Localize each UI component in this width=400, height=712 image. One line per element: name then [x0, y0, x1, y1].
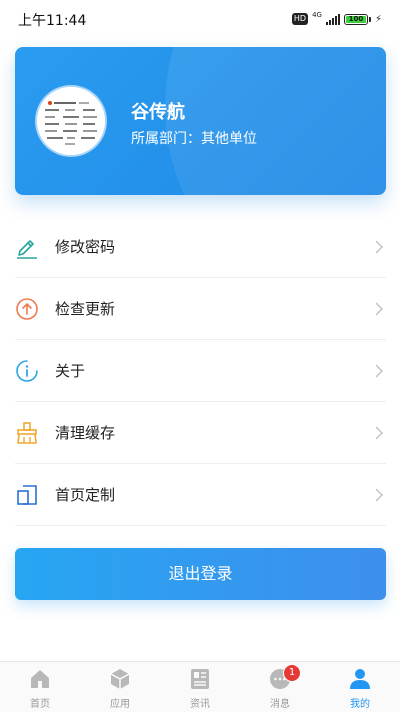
- tab-apps[interactable]: 应用: [80, 662, 160, 712]
- user-name: 谷传航: [131, 102, 185, 123]
- signal-icon: [325, 13, 340, 25]
- tab-label: 消息: [270, 699, 290, 710]
- status-bar: 上午11:44 HD 4G 100 ⚡: [0, 0, 400, 38]
- tab-label: 应用: [110, 699, 130, 710]
- menu-item-change-password[interactable]: 修改密码: [15, 216, 386, 278]
- tab-news[interactable]: 资讯: [160, 662, 240, 712]
- profile-card: 谷传航 所属部门：其他单位: [15, 47, 386, 195]
- menu-label: 修改密码: [55, 238, 116, 256]
- battery-icon: 100: [343, 13, 368, 25]
- unread-badge: 1: [283, 664, 301, 682]
- layout-icon: [17, 485, 37, 505]
- card-decoration: [165, 47, 386, 195]
- avatar[interactable]: [37, 87, 105, 155]
- status-time: 上午11:44: [18, 13, 87, 29]
- tab-label: 首页: [30, 699, 50, 710]
- chevron-right-icon: [375, 364, 383, 378]
- network-type: 4G: [312, 11, 322, 19]
- broom-icon: [17, 422, 37, 444]
- news-icon: [191, 669, 209, 689]
- menu-item-check-update[interactable]: 检查更新: [15, 278, 386, 340]
- chevron-right-icon: [375, 302, 383, 316]
- menu-label: 关于: [55, 362, 86, 380]
- user-department: 所属部门：其他单位: [131, 131, 257, 147]
- menu-item-home-customize[interactable]: 首页定制: [15, 464, 386, 526]
- home-icon: [31, 670, 49, 688]
- upload-arrow-icon: [16, 298, 38, 320]
- hd-icon: HD: [291, 13, 309, 25]
- menu-label: 首页定制: [55, 486, 116, 504]
- user-icon: [350, 669, 370, 689]
- battery-level: 100: [345, 15, 366, 23]
- tab-label: 我的: [350, 699, 370, 710]
- tab-mine[interactable]: 我的: [320, 662, 400, 712]
- cube-icon: [110, 669, 130, 689]
- chevron-right-icon: [375, 240, 383, 254]
- tab-messages[interactable]: 1 消息: [240, 662, 320, 712]
- status-indicators: HD 4G 100 ⚡: [291, 11, 382, 27]
- charging-icon: ⚡: [374, 13, 382, 25]
- chevron-right-icon: [375, 426, 383, 440]
- menu-item-clear-cache[interactable]: 清理缓存: [15, 402, 386, 464]
- tab-label: 资讯: [190, 699, 210, 710]
- menu-label: 清理缓存: [55, 424, 116, 442]
- chevron-right-icon: [375, 488, 383, 502]
- menu-item-about[interactable]: 关于: [15, 340, 386, 402]
- bottom-tab-bar: 首页 应用 资讯 1 消息 我的: [0, 661, 400, 712]
- menu-label: 检查更新: [55, 300, 116, 318]
- settings-menu: 修改密码 检查更新 关于 清理缓存 首页定制: [15, 216, 386, 526]
- battery-cap: [368, 16, 371, 22]
- pencil-icon: [17, 240, 37, 259]
- logout-button[interactable]: 退出登录: [15, 548, 386, 600]
- tab-home[interactable]: 首页: [0, 662, 80, 712]
- info-icon: [16, 360, 38, 382]
